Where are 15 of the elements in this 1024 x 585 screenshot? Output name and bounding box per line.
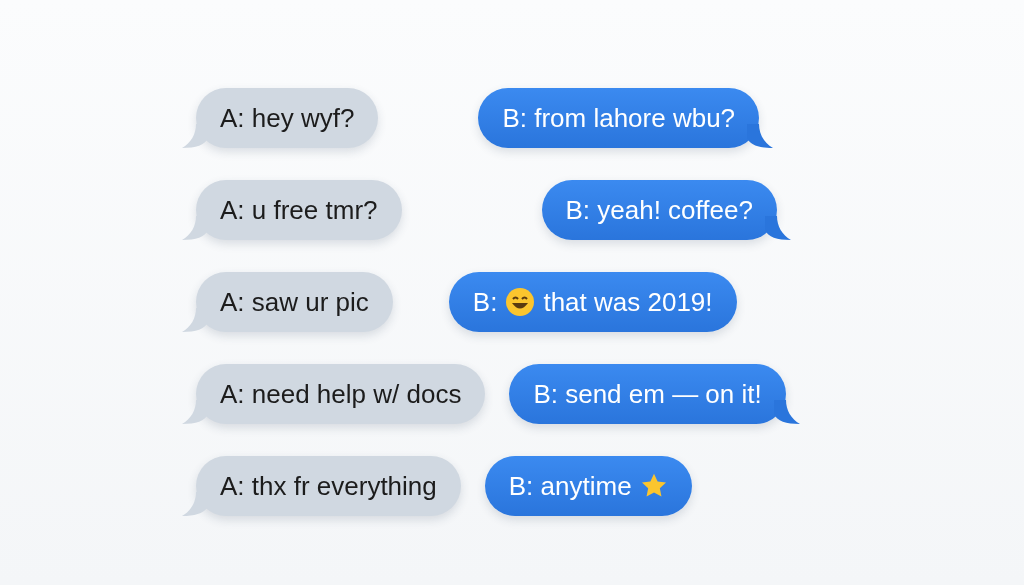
message-text: B: yeah! coffee? bbox=[565, 194, 753, 226]
message-text: A: thx fr everything bbox=[220, 470, 437, 502]
message-text: B: anytime bbox=[508, 470, 632, 502]
message-text: B: from lahore wbu? bbox=[502, 102, 736, 134]
message-text: A: hey wyf? bbox=[220, 102, 355, 134]
message-text: B: bbox=[472, 286, 498, 318]
message-text: A: u free tmr? bbox=[220, 194, 378, 226]
bubble-tail bbox=[747, 124, 774, 148]
message-text: B: send em — on it! bbox=[533, 378, 762, 410]
smiley-icon bbox=[505, 287, 536, 317]
bubble-tail bbox=[764, 216, 791, 240]
message-text: A: need help w/ docs bbox=[220, 378, 462, 410]
message-text: that was 2019! bbox=[543, 286, 713, 318]
bubble-tail bbox=[773, 400, 800, 424]
message-text: A: saw ur pic bbox=[220, 286, 369, 318]
